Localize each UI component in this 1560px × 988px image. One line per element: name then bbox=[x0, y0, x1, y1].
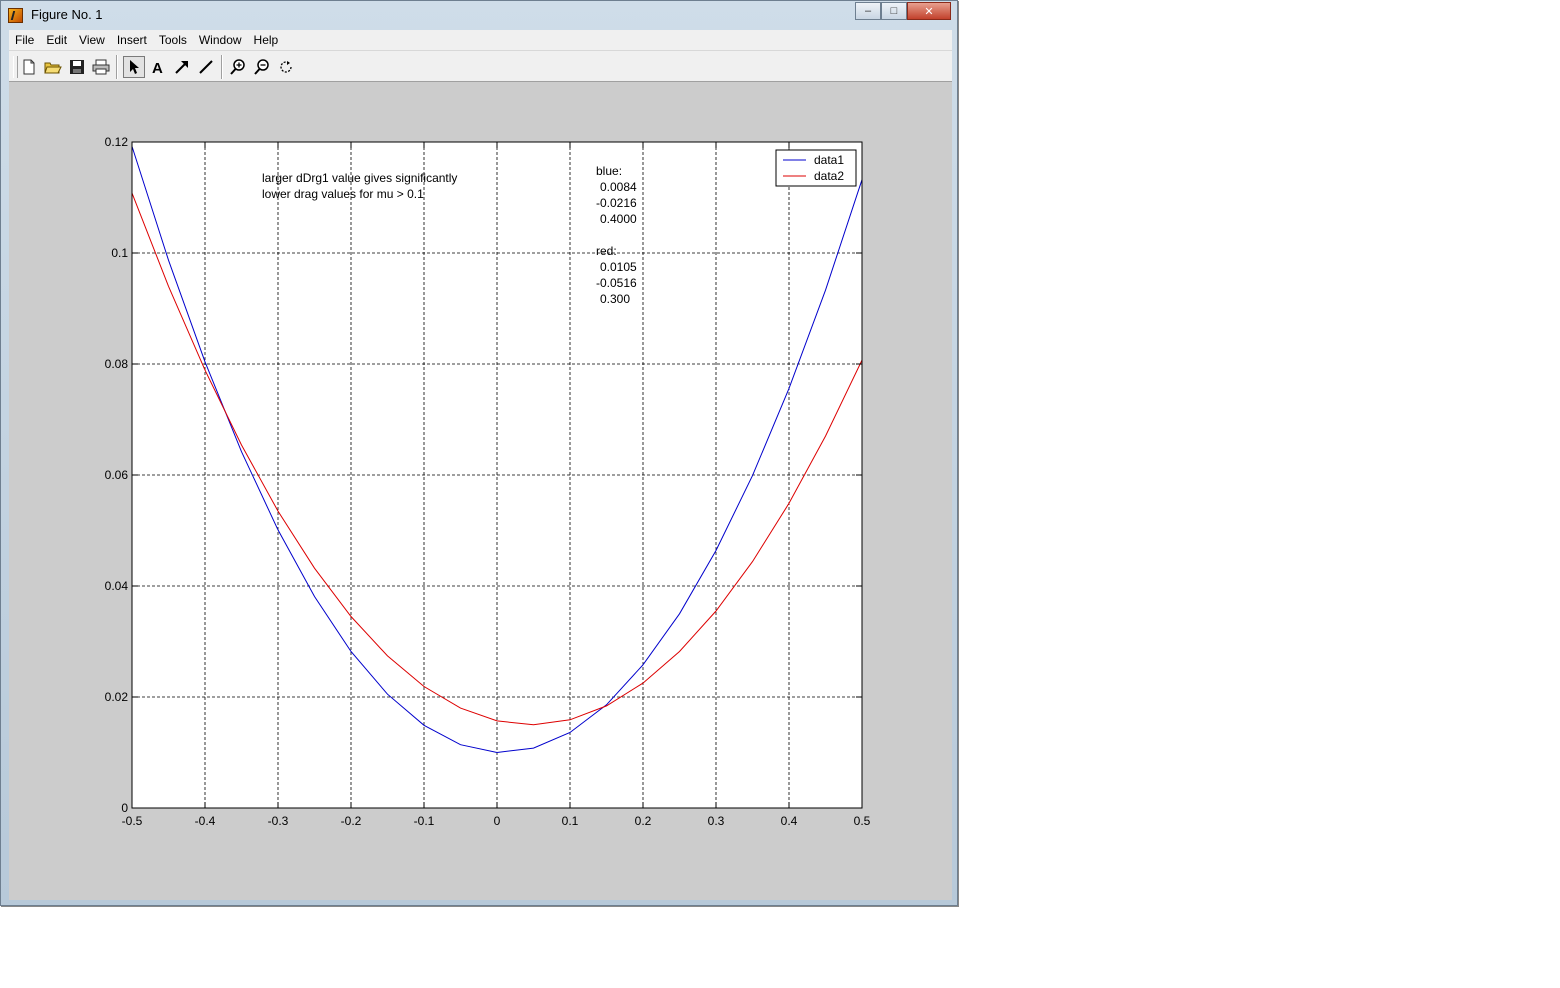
minimize-button[interactable]: – bbox=[855, 2, 881, 20]
close-button[interactable]: ✕ bbox=[907, 2, 951, 20]
x-tick-label: -0.3 bbox=[268, 814, 289, 828]
menu-window[interactable]: Window bbox=[193, 30, 248, 50]
note-line-1: larger dDrg1 value gives significantly bbox=[262, 171, 457, 185]
svg-text:A: A bbox=[152, 60, 163, 75]
y-tick-label: 0.1 bbox=[111, 246, 128, 260]
x-tick-label: -0.2 bbox=[341, 814, 362, 828]
figure-toolbar: A bbox=[9, 51, 952, 82]
param-heading: red: bbox=[596, 244, 617, 258]
param-heading: blue: bbox=[596, 164, 622, 178]
menu-file[interactable]: File bbox=[9, 30, 40, 50]
y-tick-label: 0.12 bbox=[105, 135, 129, 149]
note-line-2: lower drag values for mu > 0.1 bbox=[262, 187, 424, 201]
legend-label-data2: data2 bbox=[814, 169, 844, 183]
window-title: Figure No. 1 bbox=[31, 7, 103, 22]
figure-client-area: File Edit View Insert Tools Window Help bbox=[9, 30, 952, 900]
rotate-3d-icon[interactable] bbox=[275, 56, 297, 78]
param-value: -0.0216 bbox=[596, 196, 637, 210]
x-tick-label: 0.1 bbox=[562, 814, 579, 828]
menu-insert[interactable]: Insert bbox=[111, 30, 153, 50]
x-tick-label: 0 bbox=[494, 814, 501, 828]
maximize-button[interactable]: □ bbox=[881, 2, 907, 20]
x-tick-label: -0.1 bbox=[414, 814, 435, 828]
insert-text-icon[interactable]: A bbox=[147, 56, 169, 78]
x-tick-label: 0.4 bbox=[781, 814, 798, 828]
open-file-icon[interactable] bbox=[42, 56, 64, 78]
x-tick-label: 0.3 bbox=[708, 814, 725, 828]
new-figure-icon[interactable] bbox=[18, 56, 40, 78]
legend[interactable]: data1 data2 bbox=[775, 149, 857, 187]
window-controls: – □ ✕ bbox=[855, 2, 951, 21]
param-value: 0.300 bbox=[600, 292, 630, 306]
edit-plot-arrow-icon[interactable] bbox=[123, 56, 145, 78]
param-value: 0.0105 bbox=[600, 260, 637, 274]
param-value: 0.0084 bbox=[600, 180, 637, 194]
menu-tools[interactable]: Tools bbox=[153, 30, 193, 50]
menu-bar: File Edit View Insert Tools Window Help bbox=[9, 30, 952, 51]
y-tick-label: 0.08 bbox=[105, 357, 129, 371]
title-bar[interactable]: Figure No. 1 – □ ✕ bbox=[1, 1, 957, 29]
x-tick-label: -0.4 bbox=[195, 814, 216, 828]
y-tick-label: 0.06 bbox=[105, 468, 129, 482]
param-value: -0.0516 bbox=[596, 276, 637, 290]
print-icon[interactable] bbox=[90, 56, 112, 78]
menu-help[interactable]: Help bbox=[248, 30, 285, 50]
x-tick-label: -0.5 bbox=[122, 814, 143, 828]
insert-arrow-icon[interactable] bbox=[171, 56, 193, 78]
menu-edit[interactable]: Edit bbox=[40, 30, 73, 50]
legend-label-data1: data1 bbox=[814, 153, 844, 167]
y-tick-label: 0 bbox=[121, 801, 128, 815]
figure-window: Figure No. 1 – □ ✕ File Edit View Insert… bbox=[0, 0, 958, 906]
param-value: 0.4000 bbox=[600, 212, 637, 226]
matlab-logo-icon bbox=[8, 8, 23, 23]
plot-canvas: -0.5 -0.4 -0.3 -0.2 -0.1 0 0.1 0.2 0.3 0.4 0.5 0 0.0… bbox=[105, 135, 871, 828]
x-tick-label: 0.5 bbox=[854, 814, 871, 828]
x-tick-label: 0.2 bbox=[635, 814, 652, 828]
y-tick-label: 0.02 bbox=[105, 690, 129, 704]
y-tick-label: 0.04 bbox=[105, 579, 129, 593]
insert-line-icon[interactable] bbox=[195, 56, 217, 78]
zoom-in-icon[interactable] bbox=[227, 56, 249, 78]
menu-view[interactable]: View bbox=[73, 30, 111, 50]
zoom-out-icon[interactable] bbox=[251, 56, 273, 78]
save-icon[interactable] bbox=[66, 56, 88, 78]
